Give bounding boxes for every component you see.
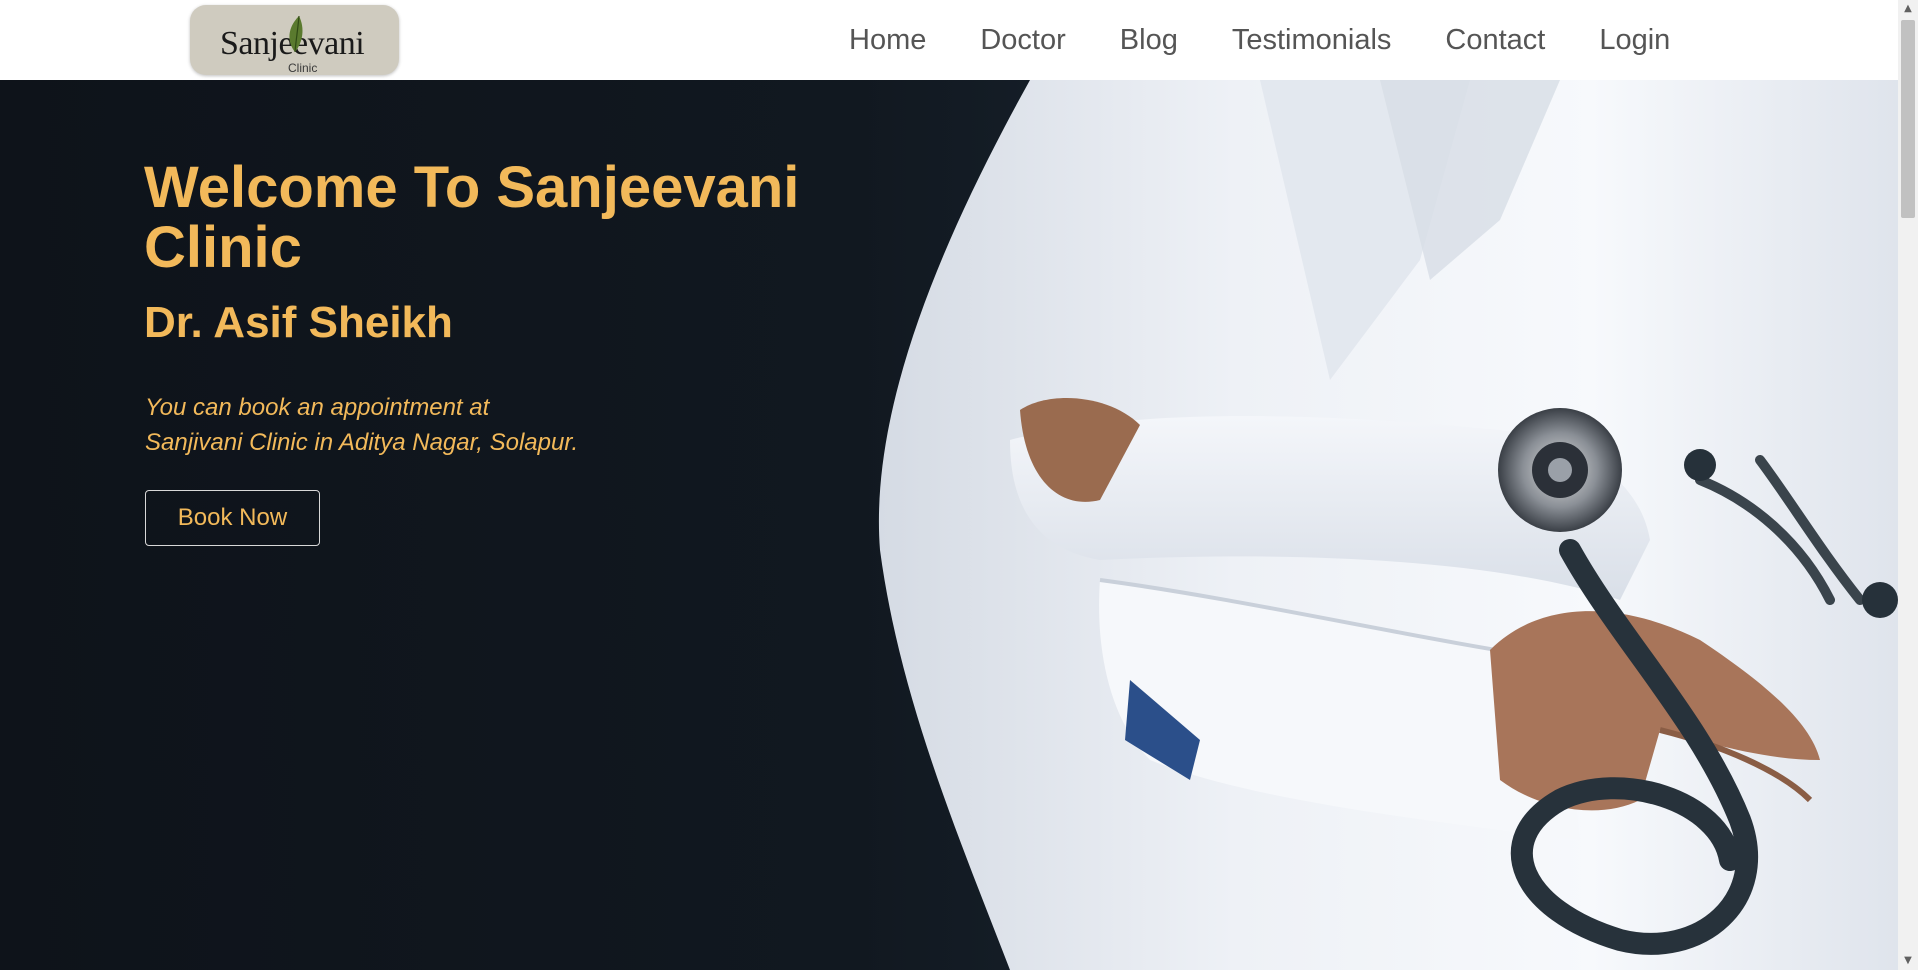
main-nav: Home Doctor Blog Testimonials Contact Lo… (822, 0, 1697, 80)
nav-doctor[interactable]: Doctor (980, 24, 1065, 57)
scroll-up-arrow-icon[interactable]: ▲ (1898, 0, 1918, 18)
nav-home[interactable]: Home (849, 24, 926, 57)
scroll-down-arrow-icon[interactable]: ▼ (1898, 952, 1918, 970)
nav-login[interactable]: Login (1599, 24, 1670, 57)
hero-description-line1: You can book an appointment at (145, 394, 490, 421)
hero-title: Welcome To Sanjeevani Clinic (144, 155, 800, 280)
doctor-name: Dr. Asif Sheikh (144, 298, 453, 347)
logo[interactable]: Sanjeevani Clinic (190, 5, 399, 75)
site-header: Sanjeevani Clinic Home Doctor Blog Testi… (0, 0, 1898, 80)
hero-description: You can book an appointment at Sanjivani… (145, 390, 578, 460)
nav-testimonials[interactable]: Testimonials (1232, 24, 1392, 57)
hero-description-line2: Sanjivani Clinic in Aditya Nagar, Solapu… (145, 429, 579, 456)
nav-contact[interactable]: Contact (1445, 24, 1545, 57)
page: Sanjeevani Clinic Home Doctor Blog Testi… (0, 0, 1918, 970)
leaf-icon (289, 15, 303, 53)
logo-subtitle: Clinic (288, 61, 318, 75)
nav-blog[interactable]: Blog (1120, 24, 1178, 57)
scroll-thumb[interactable] (1901, 20, 1915, 218)
hero-section: Welcome To Sanjeevani Clinic Dr. Asif Sh… (0, 80, 1898, 970)
book-now-button[interactable]: Book Now (145, 490, 320, 546)
page-scrollbar[interactable]: ▲ ▼ (1898, 0, 1918, 970)
